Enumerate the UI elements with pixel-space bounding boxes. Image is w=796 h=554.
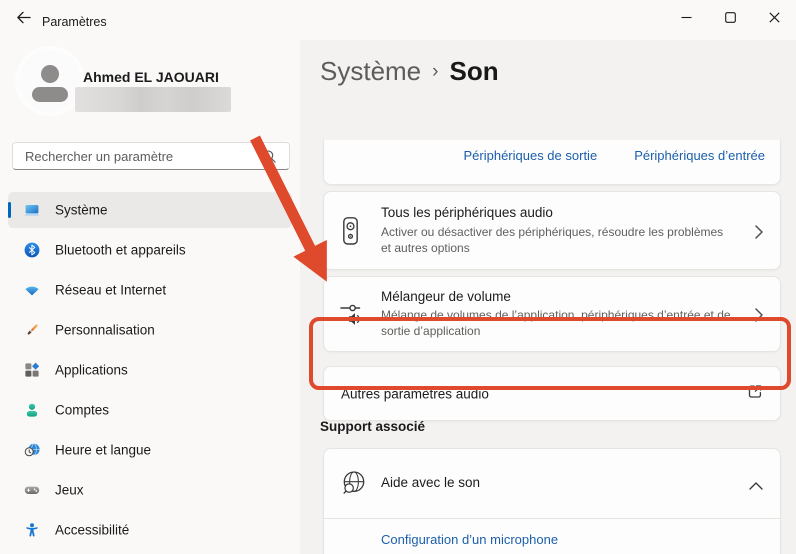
sidebar-item-label: Système xyxy=(55,202,108,218)
window-controls xyxy=(664,0,796,34)
minimize-button[interactable] xyxy=(664,0,708,34)
sidebar-item-systeme[interactable]: Système xyxy=(8,192,292,228)
support-heading: Support associé xyxy=(320,419,426,434)
close-button[interactable] xyxy=(752,0,796,34)
sidebar-item-comptes[interactable]: Comptes xyxy=(8,392,292,428)
card-volume-mixer[interactable]: Mélangeur de volume Mélange de volumes d… xyxy=(323,276,781,352)
card-sound-help: Aide avec le son Configuration d’un micr… xyxy=(323,448,781,554)
close-icon xyxy=(768,11,780,23)
accessibility-icon xyxy=(24,522,40,538)
maximize-icon xyxy=(724,11,736,23)
help-link-microphone-setup[interactable]: Configuration d’un microphone xyxy=(381,532,558,547)
volume-mixer-icon xyxy=(340,303,366,330)
sidebar-nav: Système Bluetooth et appareils Réseau et… xyxy=(0,0,300,554)
sidebar-item-label: Applications xyxy=(55,362,128,378)
card-title: Tous les périphériques audio xyxy=(381,205,553,220)
help-header-row[interactable]: Aide avec le son xyxy=(324,449,780,518)
sidebar-item-label: Heure et langue xyxy=(55,442,152,458)
speaker-icon xyxy=(340,216,361,251)
sidebar-item-label: Bluetooth et appareils xyxy=(55,242,186,258)
sidebar-item-bluetooth[interactable]: Bluetooth et appareils xyxy=(8,232,292,268)
settings-window: Paramètres Ahmed EL JAOUARI Rechercher u… xyxy=(0,0,796,554)
bluetooth-icon xyxy=(24,242,40,258)
selected-indicator xyxy=(8,202,11,218)
sidebar-item-reseau[interactable]: Réseau et Internet xyxy=(8,272,292,308)
accounts-icon xyxy=(24,402,40,418)
card-title: Mélangeur de volume xyxy=(381,289,511,304)
time-language-icon xyxy=(24,442,40,458)
sidebar-item-personnalisation[interactable]: Personnalisation xyxy=(8,312,292,348)
sidebar-item-jeux[interactable]: Jeux xyxy=(8,472,292,508)
card-description: Activer ou désactiver des périphériques,… xyxy=(381,225,724,255)
content-pane: Système › Son Périphériques de sortie Péri… xyxy=(300,40,796,554)
breadcrumb: Système › Son xyxy=(320,56,499,87)
external-link-icon xyxy=(746,382,764,405)
card-all-audio-devices[interactable]: Tous les périphériques audio Activer ou … xyxy=(323,191,781,270)
gaming-icon xyxy=(24,482,40,498)
personalization-icon xyxy=(24,322,40,338)
sidebar-item-applications[interactable]: Applications xyxy=(8,352,292,388)
tab-output-devices[interactable]: Périphériques de sortie xyxy=(463,148,597,163)
chevron-up-icon xyxy=(749,477,763,495)
maximize-button[interactable] xyxy=(708,0,752,34)
sidebar-item-heure-langue[interactable]: Heure et langue xyxy=(8,432,292,468)
sidebar-item-label: Jeux xyxy=(55,482,84,498)
sidebar-item-label: Personnalisation xyxy=(55,322,155,338)
sidebar-item-accessibilite[interactable]: Accessibilité xyxy=(8,512,292,548)
breadcrumb-parent[interactable]: Système xyxy=(320,56,421,86)
card-more-audio-settings[interactable]: Autres paramètres audio xyxy=(323,366,781,421)
sidebar-item-label: Accessibilité xyxy=(55,522,130,538)
chevron-right-icon xyxy=(755,225,763,244)
minimize-icon xyxy=(681,16,691,18)
system-icon xyxy=(24,202,40,218)
network-icon xyxy=(24,282,40,298)
tab-input-devices[interactable]: Périphériques d’entrée xyxy=(634,148,765,163)
apps-icon xyxy=(24,362,40,378)
sidebar-item-label: Comptes xyxy=(55,402,110,418)
breadcrumb-separator-icon: › xyxy=(432,61,439,82)
card-title: Autres paramètres audio xyxy=(341,386,489,401)
help-card-title: Aide avec le son xyxy=(381,475,481,490)
divider xyxy=(324,518,780,519)
chevron-right-icon xyxy=(755,308,763,327)
device-links-card: Périphériques de sortie Périphériques d’… xyxy=(323,140,781,185)
card-description: Mélange de volumes de l’application, pér… xyxy=(381,308,731,338)
sidebar-item-label: Réseau et Internet xyxy=(55,282,167,298)
page-title: Son xyxy=(449,56,499,86)
globe-help-icon xyxy=(340,469,368,502)
